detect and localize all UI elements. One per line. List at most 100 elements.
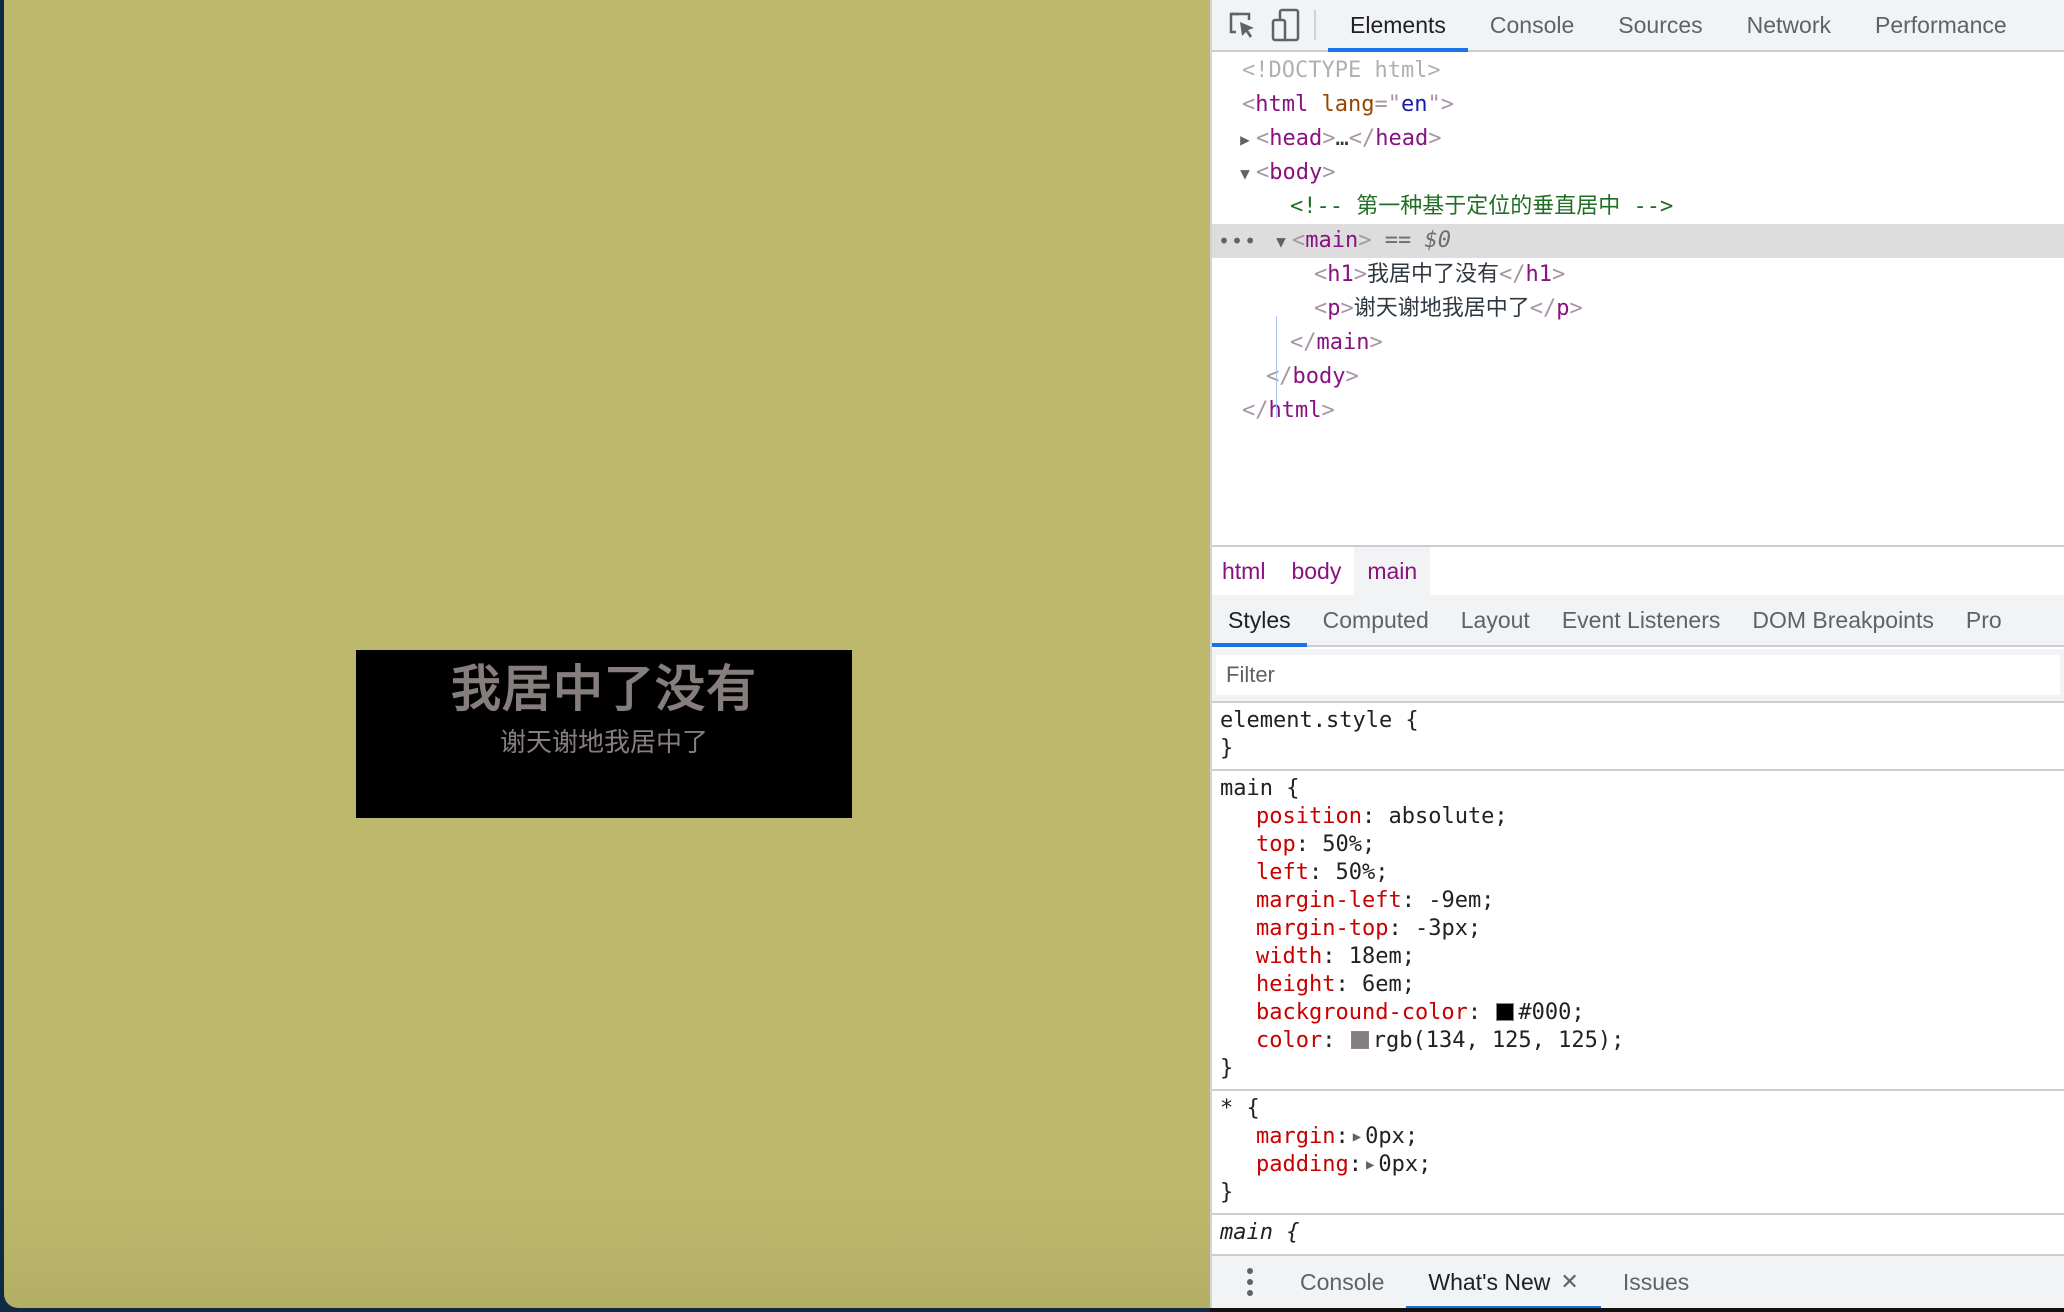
color-swatch-icon[interactable] <box>1496 1003 1515 1021</box>
rule-universal[interactable]: * { margin: ▶ 0px; padding: ▶ 0px; } <box>1212 1091 2064 1215</box>
declaration-left[interactable]: left: 50%; <box>1220 859 2056 887</box>
head-close-tag: head <box>1375 126 1429 151</box>
rule-selector[interactable]: main { <box>1220 775 2056 803</box>
expand-shorthand-icon[interactable]: ▶ <box>1353 1123 1361 1151</box>
rule-selector[interactable]: element.style { <box>1220 707 2056 735</box>
drawer-tab-issues[interactable]: Issues <box>1601 1256 1711 1308</box>
dom-node-doctype[interactable]: <!DOCTYPE html> <box>1212 54 2064 88</box>
breadcrumb-html[interactable]: html <box>1212 547 1278 595</box>
inspect-element-icon[interactable] <box>1220 0 1264 50</box>
property-value[interactable]: 18em; <box>1349 944 1415 969</box>
window-bottom-edge <box>1210 1308 2064 1312</box>
property-name[interactable]: left <box>1256 860 1309 885</box>
p-tag: p <box>1327 296 1341 321</box>
drawer-tabbar: Console What's New ✕ Issues <box>1212 1254 2064 1308</box>
drawer-tab-whats-new[interactable]: What's New ✕ <box>1406 1256 1602 1308</box>
color-swatch-icon[interactable] <box>1350 1031 1369 1049</box>
styles-filter-bar <box>1212 649 2064 703</box>
rule-selector[interactable]: * { <box>1220 1095 2056 1123</box>
collapse-triangle-icon[interactable]: ▼ <box>1234 157 1256 191</box>
p-text: 谢天谢地我居中了 <box>1353 296 1530 321</box>
declaration-color[interactable]: color: rgb(134, 125, 125); <box>1220 1027 2056 1055</box>
tab-sources[interactable]: Sources <box>1596 0 1724 50</box>
dom-node-body-close[interactable]: </body> <box>1212 360 2064 394</box>
declaration-top[interactable]: top: 50%; <box>1220 831 2056 859</box>
dom-node-h1[interactable]: <h1>我居中了没有</h1> <box>1212 258 2064 292</box>
property-value[interactable]: 0px; <box>1365 1124 1418 1149</box>
body-tag: body <box>1269 160 1323 185</box>
dom-node-html-close[interactable]: </html> <box>1212 394 2064 428</box>
dom-node-main-close[interactable]: </main> <box>1212 326 2064 360</box>
comment-text: <!-- 第一种基于定位的垂直居中 --> <box>1290 194 1674 219</box>
property-value[interactable]: -3px; <box>1415 916 1481 941</box>
tab-elements[interactable]: Elements <box>1328 0 1468 52</box>
dom-node-html[interactable]: <html lang="en"> <box>1212 88 2064 122</box>
collapse-triangle-icon[interactable]: ▼ <box>1270 225 1292 259</box>
rule-main[interactable]: main { position: absolute; top: 50%; lef… <box>1212 771 2064 1091</box>
property-value[interactable]: #000; <box>1518 1000 1584 1025</box>
tab-dom-breakpoints[interactable]: DOM Breakpoints <box>1736 595 1950 645</box>
head-ellipsis[interactable]: … <box>1335 126 1348 151</box>
declaration-background-color[interactable]: background-color: #000; <box>1220 999 2056 1027</box>
rule-selector[interactable]: main { <box>1220 1219 2056 1247</box>
property-value[interactable]: absolute; <box>1388 804 1507 829</box>
drawer-tab-console[interactable]: Console <box>1278 1256 1406 1308</box>
tab-event-listeners[interactable]: Event Listeners <box>1546 595 1737 645</box>
rule-close-brace: } <box>1220 1180 1234 1205</box>
declaration-margin[interactable]: margin: ▶ 0px; <box>1220 1123 2056 1151</box>
tab-layout[interactable]: Layout <box>1445 595 1546 645</box>
property-name[interactable]: width <box>1256 944 1322 969</box>
rule-main-user-agent[interactable]: main { <box>1212 1215 2064 1253</box>
dom-node-comment[interactable]: <!-- 第一种基于定位的垂直居中 --> <box>1212 190 2064 224</box>
main-paragraph: 谢天谢地我居中了 <box>499 728 708 758</box>
declaration-padding[interactable]: padding: ▶ 0px; <box>1220 1151 2056 1179</box>
device-toolbar-icon[interactable] <box>1264 0 1308 50</box>
dom-node-p[interactable]: <p>谢天谢地我居中了</p> <box>1212 292 2064 326</box>
tab-network[interactable]: Network <box>1725 0 1853 50</box>
property-name[interactable]: color <box>1256 1028 1322 1053</box>
close-icon[interactable]: ✕ <box>1560 1269 1578 1295</box>
head-tag: head <box>1269 126 1323 151</box>
breadcrumb-main[interactable]: main <box>1354 547 1431 595</box>
property-name[interactable]: margin <box>1256 1124 1335 1149</box>
declaration-margin-left[interactable]: margin-left: -9em; <box>1220 887 2056 915</box>
property-name[interactable]: margin-top <box>1256 916 1388 941</box>
declaration-width[interactable]: width: 18em; <box>1220 943 2056 971</box>
lang-value: en <box>1400 92 1428 117</box>
drawer-menu-icon[interactable] <box>1228 1268 1272 1296</box>
property-value[interactable]: 0px; <box>1378 1152 1431 1177</box>
devtools-panel: Elements Console Sources Network Perform… <box>1210 0 2064 1308</box>
h1-close-tag: h1 <box>1525 262 1553 287</box>
dom-node-main-selected[interactable]: ••• ▼ <main> == $0 <box>1212 224 2064 258</box>
tab-computed[interactable]: Computed <box>1307 595 1445 645</box>
tab-console[interactable]: Console <box>1468 0 1596 50</box>
rule-close-brace: } <box>1220 1056 1234 1081</box>
property-name[interactable]: background-color <box>1256 1000 1468 1025</box>
property-value[interactable]: 50%; <box>1322 832 1375 857</box>
tab-properties[interactable]: Pro <box>1950 595 2018 645</box>
rule-element-style[interactable]: element.style { } <box>1212 703 2064 771</box>
breadcrumb-body[interactable]: body <box>1278 547 1354 595</box>
declaration-margin-top[interactable]: margin-top: -3px; <box>1220 915 2056 943</box>
property-value[interactable]: 6em; <box>1362 972 1415 997</box>
tab-performance[interactable]: Performance <box>1853 0 2029 50</box>
property-name[interactable]: padding <box>1256 1152 1349 1177</box>
expand-shorthand-icon[interactable]: ▶ <box>1366 1151 1374 1179</box>
devtools-main-tabbar: Elements Console Sources Network Perform… <box>1212 0 2064 52</box>
property-value[interactable]: 50%; <box>1335 860 1388 885</box>
expand-triangle-icon[interactable]: ▶ <box>1234 123 1256 157</box>
dom-node-head[interactable]: ▶ <head>…</head> <box>1212 122 2064 156</box>
property-name[interactable]: position <box>1256 804 1362 829</box>
property-name[interactable]: top <box>1256 832 1296 857</box>
tab-styles[interactable]: Styles <box>1212 595 1307 647</box>
property-name[interactable]: height <box>1256 972 1335 997</box>
dom-node-body[interactable]: ▼ <body> <box>1212 156 2064 190</box>
property-value[interactable]: rgb(134, 125, 125); <box>1373 1028 1625 1053</box>
property-name[interactable]: margin-left <box>1256 888 1402 913</box>
declaration-height[interactable]: height: 6em; <box>1220 971 2056 999</box>
node-actions-icon[interactable]: ••• <box>1218 224 1257 258</box>
declaration-position[interactable]: position: absolute; <box>1220 803 2056 831</box>
breadcrumb: html body main <box>1212 545 2064 595</box>
property-value[interactable]: -9em; <box>1428 888 1494 913</box>
styles-filter-input[interactable] <box>1216 655 2060 695</box>
